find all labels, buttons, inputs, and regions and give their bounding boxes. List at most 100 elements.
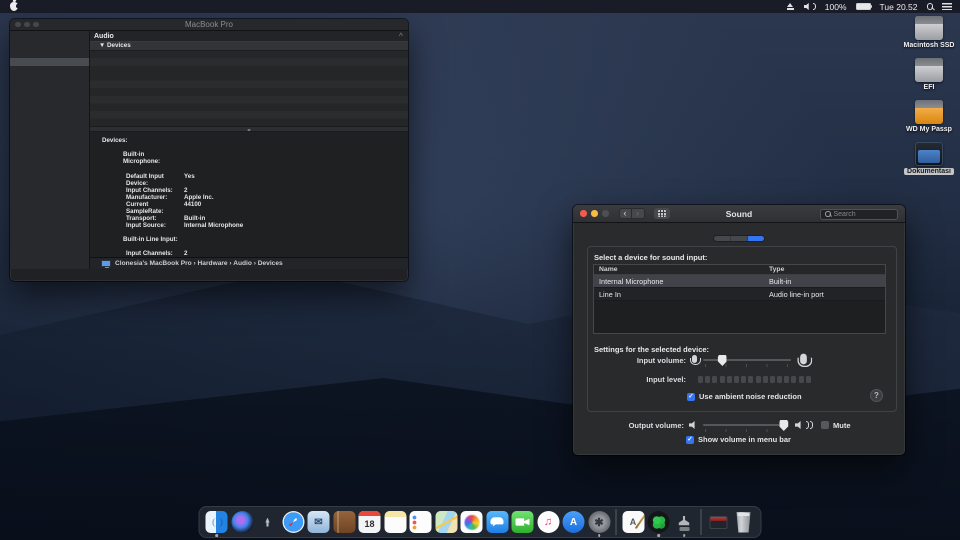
collapse-chevron-icon[interactable]: ^ <box>399 31 403 42</box>
sidebar-item[interactable] <box>10 236 89 244</box>
tab-output[interactable] <box>731 236 748 241</box>
device-tree-row[interactable] <box>90 58 408 66</box>
dock-trash[interactable] <box>732 510 756 534</box>
dock-launchpad[interactable] <box>256 510 280 534</box>
sidebar-item[interactable] <box>10 99 89 107</box>
dock-maps[interactable] <box>434 510 458 534</box>
tab-input[interactable] <box>748 236 764 241</box>
sidebar-item[interactable] <box>10 139 89 147</box>
desktop-icon-wd-my-passp[interactable]: WD My Passp <box>900 100 958 133</box>
sidebar-item[interactable] <box>10 123 89 131</box>
search-icon <box>825 211 831 217</box>
sidebar-item[interactable] <box>10 261 89 269</box>
dock-messages[interactable] <box>485 510 509 534</box>
sidebar-item[interactable] <box>10 107 89 115</box>
mute-checkbox[interactable] <box>821 421 829 429</box>
sidebar-item[interactable] <box>10 220 89 228</box>
settings-label: Settings for the selected device: <box>594 345 709 354</box>
dock-minimized-window[interactable] <box>706 510 730 534</box>
volume-menu-icon[interactable] <box>804 3 816 11</box>
sidebar-item[interactable] <box>10 74 89 82</box>
dock-textedit[interactable]: A <box>621 510 645 534</box>
show-all-button[interactable] <box>654 208 670 219</box>
dock-contacts[interactable] <box>332 510 356 534</box>
eject-icon[interactable] <box>786 3 795 11</box>
desktop-icon-dokumentasi[interactable]: Dokumentasi <box>900 142 958 175</box>
sidebar-item[interactable] <box>10 58 89 66</box>
dock-notes[interactable] <box>383 510 407 534</box>
pane-splitter-handle[interactable] <box>90 126 408 132</box>
sidebar-item[interactable] <box>10 155 89 163</box>
sidebar-item[interactable] <box>10 172 89 180</box>
sidebar-item[interactable] <box>10 115 89 123</box>
sidebar-item[interactable] <box>10 34 89 42</box>
level-segment <box>770 376 775 384</box>
tab-sound-effects[interactable] <box>714 236 731 241</box>
dock-finder[interactable] <box>205 510 229 534</box>
battery-icon[interactable] <box>856 3 871 10</box>
sidebar-item[interactable] <box>10 164 89 172</box>
device-tree-row[interactable] <box>90 66 408 74</box>
spotlight-search-icon[interactable] <box>927 3 934 10</box>
dock-safari[interactable] <box>281 510 305 534</box>
sidebar-item[interactable] <box>10 180 89 188</box>
search-field[interactable] <box>820 209 898 220</box>
sound-titlebar[interactable]: ‹ › Sound <box>573 205 905 223</box>
sidebar-item[interactable] <box>10 147 89 155</box>
input-volume-slider[interactable] <box>703 354 791 366</box>
search-input[interactable] <box>834 211 892 218</box>
desktop-icon-macintosh-ssd[interactable]: Macintosh SSD <box>900 16 958 49</box>
sidebar-item[interactable] <box>10 253 89 261</box>
zoom-button[interactable] <box>602 210 609 217</box>
dock-appstore[interactable]: A <box>562 510 586 534</box>
system-information-titlebar[interactable]: MacBook Pro <box>10 19 408 31</box>
forward-button[interactable]: › <box>632 208 645 219</box>
devices-tree-header[interactable]: ▼ Devices <box>90 42 408 51</box>
dock-photos[interactable] <box>460 510 484 534</box>
minimize-button[interactable] <box>591 210 598 217</box>
sidebar-item[interactable] <box>10 188 89 196</box>
dock-system-preferences[interactable]: ✱ <box>587 510 611 534</box>
dock-archive-utility[interactable] <box>672 510 696 534</box>
app-icon <box>673 511 695 533</box>
show-volume-checkbox[interactable]: ✓ <box>686 436 694 444</box>
output-volume-slider[interactable] <box>703 419 788 431</box>
dock-itunes[interactable]: ♫ <box>536 510 560 534</box>
sidebar-item[interactable] <box>10 196 89 204</box>
device-type: Audio line-in port <box>769 288 885 300</box>
detail-value: 2 <box>184 250 187 257</box>
close-button[interactable] <box>580 210 587 217</box>
sidebar-item[interactable] <box>10 42 89 50</box>
dock-facetime[interactable] <box>511 510 535 534</box>
detail-key: Input Source: <box>126 222 184 229</box>
back-button[interactable]: ‹ <box>619 208 632 219</box>
sidebar-item[interactable] <box>10 204 89 212</box>
device-row[interactable]: Line In Audio line-in port <box>594 288 885 301</box>
column-name[interactable]: Name <box>594 265 769 274</box>
dock-reminders[interactable] <box>409 510 433 534</box>
sidebar-item[interactable] <box>10 66 89 74</box>
dock-mail[interactable]: ✉ <box>307 510 331 534</box>
dock-siri[interactable] <box>230 510 254 534</box>
dock-clover-app[interactable] <box>647 510 671 534</box>
sidebar-item[interactable] <box>10 91 89 99</box>
sidebar-item[interactable] <box>10 131 89 139</box>
help-button[interactable]: ? <box>870 389 883 402</box>
dock-calendar[interactable]: 18 <box>358 510 382 534</box>
ambient-noise-checkbox[interactable]: ✓ <box>687 393 695 401</box>
desktop-icon-efi[interactable]: EFI <box>900 58 958 91</box>
breadcrumb-path[interactable]: Clonesia's MacBook Pro › Hardware › Audi… <box>115 260 283 267</box>
apple-menu-icon[interactable] <box>10 2 18 11</box>
sidebar-item[interactable] <box>10 228 89 236</box>
sidebar-item[interactable] <box>10 83 89 91</box>
sidebar-item[interactable] <box>10 212 89 220</box>
sidebar-item[interactable] <box>10 244 89 252</box>
menu-bar-clock[interactable]: Tue 20.52 <box>880 2 918 12</box>
system-information-body: Audio ^ ▼ Devices Devices: Built-in Micr… <box>10 31 408 269</box>
device-row[interactable]: Internal Microphone Built-in <box>594 275 885 288</box>
device-tree-row[interactable] <box>90 51 408 59</box>
app-icon <box>257 511 279 533</box>
notification-center-icon[interactable] <box>942 3 952 11</box>
sidebar-item[interactable] <box>10 50 89 58</box>
column-type[interactable]: Type <box>769 265 885 274</box>
